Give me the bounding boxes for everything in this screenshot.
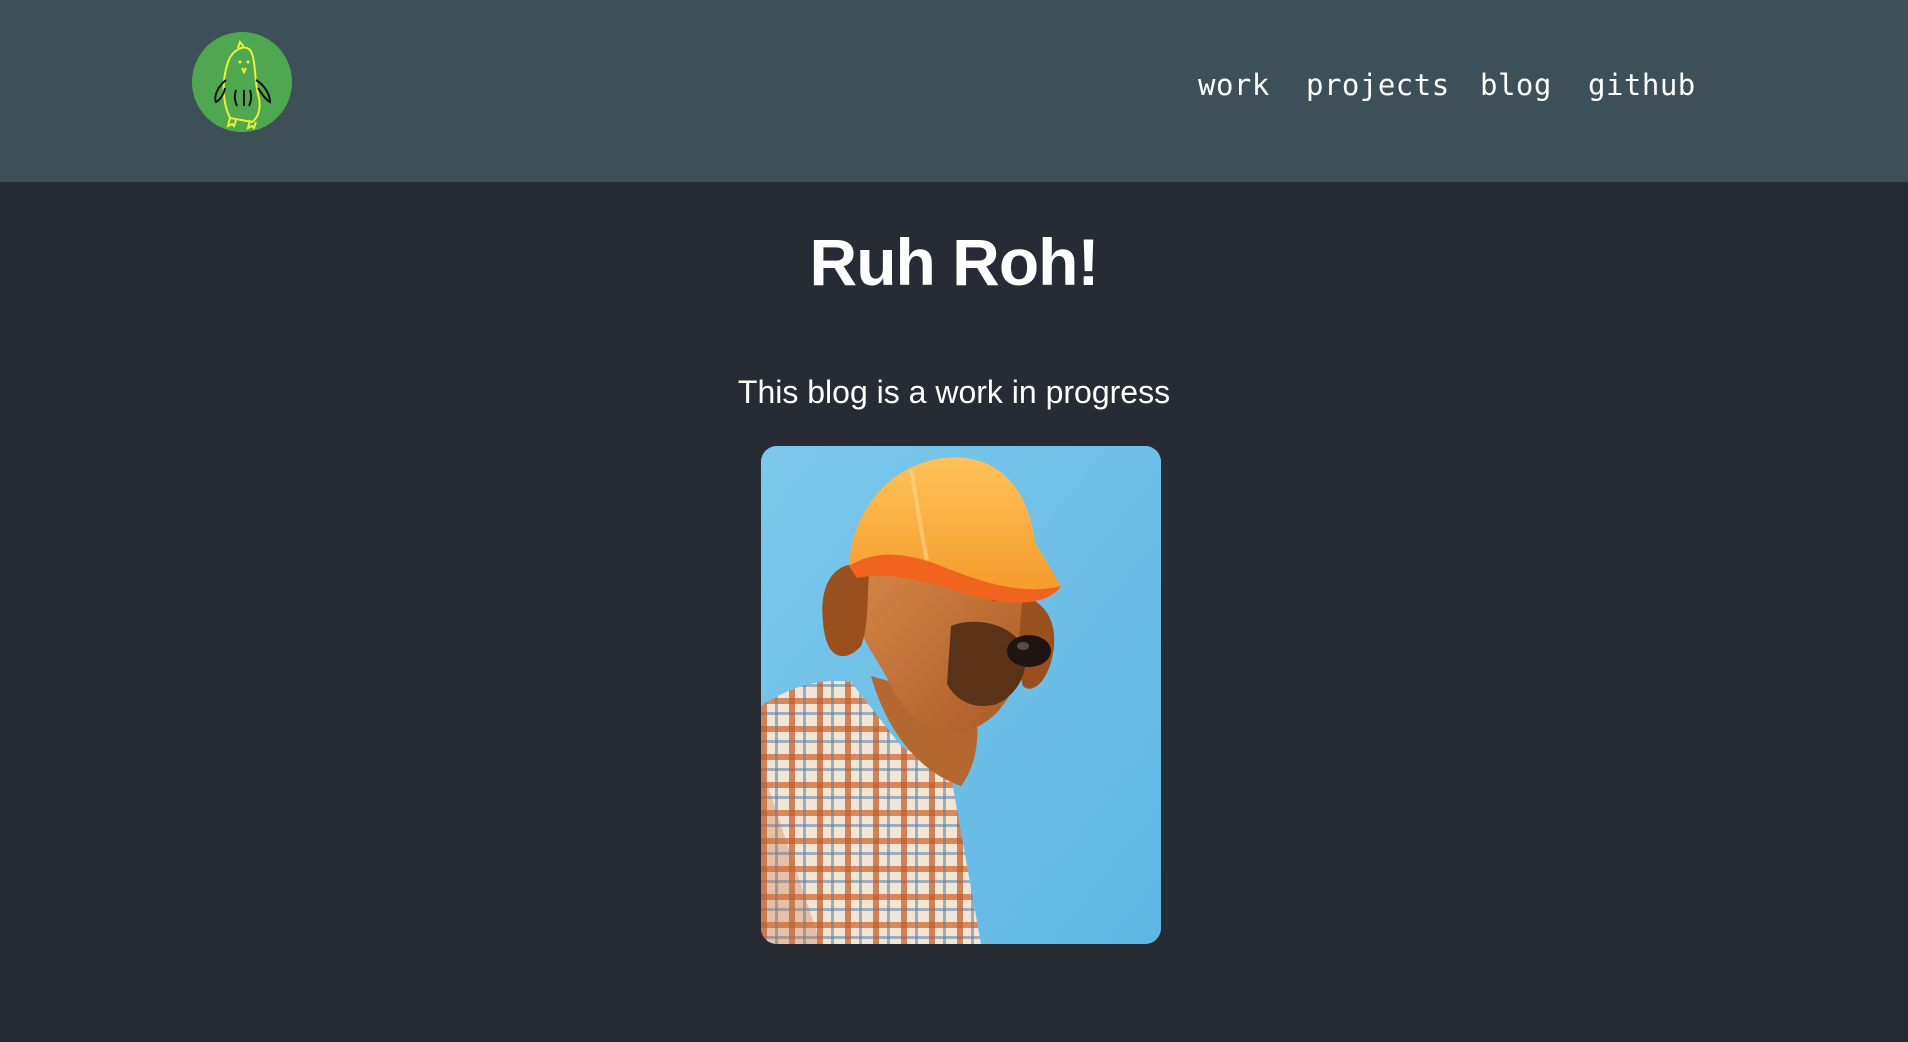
dog-in-hard-hat-image [761, 446, 1161, 944]
nav-item-blog[interactable]: blog [1480, 62, 1552, 108]
nav-item-projects[interactable]: projects [1306, 62, 1450, 108]
nav-item-github[interactable]: github [1588, 62, 1696, 108]
home-logo-link[interactable] [192, 32, 292, 132]
bird-doodle-icon [192, 32, 292, 132]
main-nav: work projects blog github [1170, 62, 1695, 108]
site-header: work projects blog github [0, 0, 1908, 182]
nav-item-work[interactable]: work [1198, 62, 1270, 108]
page-title: Ruh Roh! [809, 225, 1100, 299]
page-subtitle: This blog is a work in progress [737, 374, 1171, 410]
main-content: Ruh Roh! This blog is a work in progress [0, 182, 1908, 1042]
